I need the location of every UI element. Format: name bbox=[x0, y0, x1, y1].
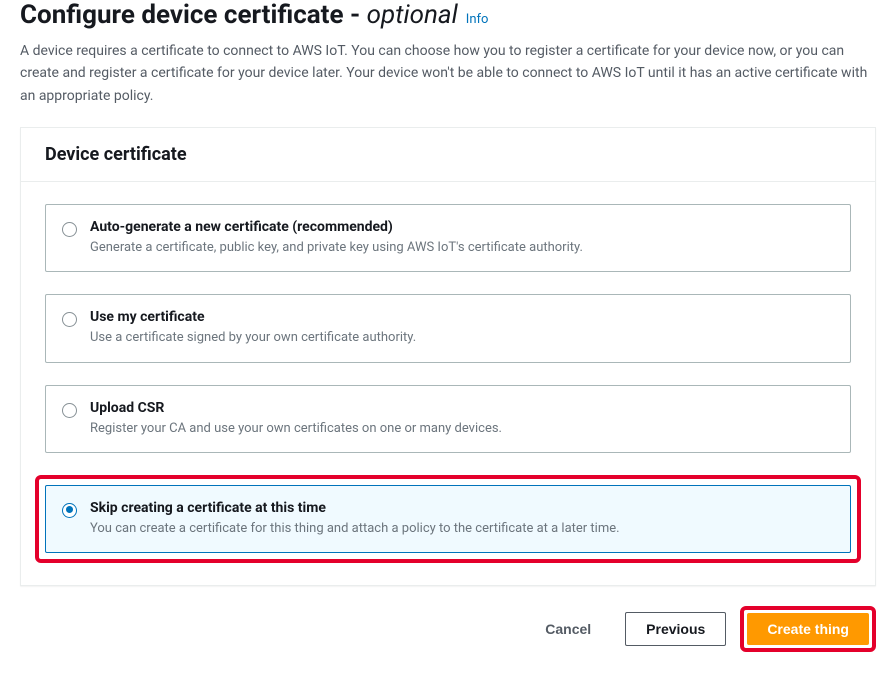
page-title-suffix: optional bbox=[367, 0, 458, 30]
highlight-create-button: Create thing bbox=[740, 606, 876, 652]
option-desc: Register your CA and use your own certif… bbox=[90, 420, 832, 438]
create-thing-button[interactable]: Create thing bbox=[747, 613, 869, 645]
option-upload-csr[interactable]: Upload CSR Register your CA and use your… bbox=[45, 385, 851, 453]
page-title: Configure device certificate - optional bbox=[20, 0, 458, 30]
cancel-button[interactable]: Cancel bbox=[525, 613, 611, 645]
option-skip-certificate[interactable]: Skip creating a certificate at this time… bbox=[45, 485, 851, 553]
option-desc: Use a certificate signed by your own cer… bbox=[90, 329, 832, 347]
footer-actions: Cancel Previous Create thing bbox=[20, 606, 876, 652]
option-title: Use my certificate bbox=[90, 309, 832, 325]
page-title-main: Configure device certificate - bbox=[20, 0, 367, 30]
option-title: Upload CSR bbox=[90, 400, 832, 416]
option-desc: You can create a certificate for this th… bbox=[90, 520, 832, 538]
radio-icon bbox=[62, 222, 77, 237]
info-link[interactable]: Info bbox=[466, 12, 489, 27]
radio-icon bbox=[62, 312, 77, 327]
option-auto-generate[interactable]: Auto-generate a new certificate (recomme… bbox=[45, 204, 851, 272]
radio-icon bbox=[62, 503, 77, 518]
highlight-skip-option: Skip creating a certificate at this time… bbox=[35, 475, 861, 563]
option-title: Skip creating a certificate at this time bbox=[90, 500, 832, 516]
panel-body: Auto-generate a new certificate (recomme… bbox=[21, 182, 875, 585]
panel-title: Device certificate bbox=[45, 144, 851, 165]
option-use-my-certificate[interactable]: Use my certificate Use a certificate sig… bbox=[45, 294, 851, 362]
radio-icon bbox=[62, 403, 77, 418]
option-title: Auto-generate a new certificate (recomme… bbox=[90, 219, 832, 235]
option-desc: Generate a certificate, public key, and … bbox=[90, 239, 832, 257]
page-description: A device requires a certificate to conne… bbox=[20, 40, 876, 107]
panel-header: Device certificate bbox=[21, 128, 875, 182]
device-certificate-panel: Device certificate Auto-generate a new c… bbox=[20, 127, 876, 586]
previous-button[interactable]: Previous bbox=[625, 612, 726, 646]
